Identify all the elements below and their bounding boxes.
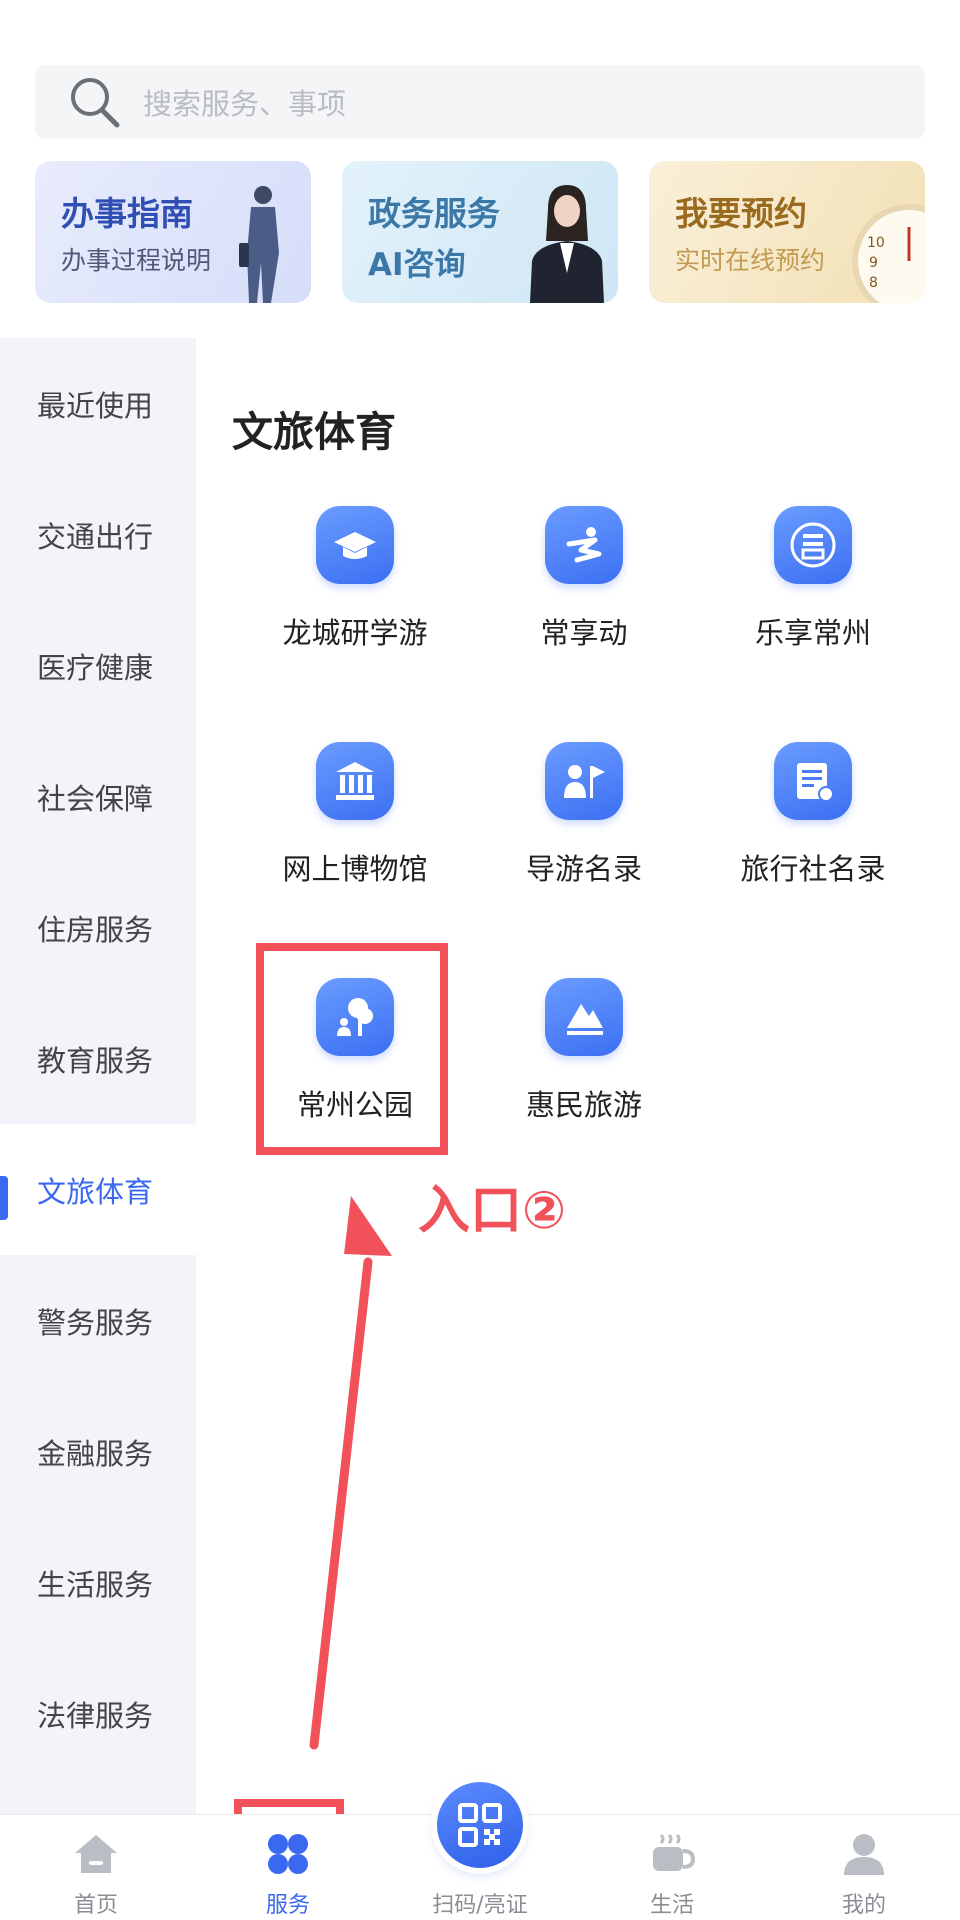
card-ai-subtitle: AI咨询 (368, 247, 466, 283)
user-icon (844, 1834, 884, 1875)
tile-huimin-tourism[interactable]: 惠民旅游 (469, 978, 699, 1148)
search-placeholder: 搜索服务、事项 (143, 87, 347, 121)
tile-label: 导游名录 (525, 852, 642, 886)
sidebar-item-label: 文旅体育 (37, 1174, 154, 1209)
mountain-icon (545, 978, 623, 1056)
sidebar-item-label: 住房服务 (37, 912, 154, 947)
card-guide-subtitle: 办事过程说明 (61, 246, 212, 275)
annotation-label: 入口② (418, 1181, 567, 1241)
nav-life[interactable]: 生活 (602, 1815, 742, 1920)
coffee-cup-icon (653, 1833, 696, 1871)
sidebar-item-label: 法律服务 (37, 1698, 154, 1733)
section-title: 文旅体育 (232, 408, 396, 456)
tile-travel-agency-list[interactable]: 旅行社名录 (698, 742, 928, 912)
highlight-box-park (256, 943, 448, 1155)
active-indicator (0, 1176, 8, 1220)
sidebar-item-label: 金融服务 (37, 1436, 154, 1471)
sidebar-item-health[interactable]: 医疗健康 (0, 600, 196, 731)
sidebar-item-label: 交通出行 (37, 519, 154, 554)
tile-longcheng-study-tour[interactable]: 龙城研学游 (240, 506, 470, 676)
tile-label: 常享动 (540, 616, 628, 650)
sidebar-item-label: 警务服务 (37, 1305, 154, 1340)
card-appointment[interactable]: 我要预约 实时在线预约 10 9 8 (649, 161, 925, 303)
tile-label: 惠民旅游 (525, 1088, 642, 1122)
card-appointment-subtitle: 实时在线预约 (675, 246, 826, 275)
tile-label: 乐享常州 (754, 616, 871, 650)
services-grid-icon (268, 1834, 308, 1874)
sidebar-item-life[interactable]: 生活服务 (0, 1517, 196, 1648)
sidebar-item-social-security[interactable]: 社会保障 (0, 731, 196, 862)
card-appointment-title: 我要预约 (675, 194, 807, 233)
banner-cards: 办事指南 办事过程说明 政务服务 AI咨询 我要预约 实时在线预约 10 9 8 (35, 161, 925, 303)
sport-runner-icon (545, 506, 623, 584)
nav-label: 生活 (649, 1893, 694, 1918)
nav-services[interactable]: 服务 (218, 1815, 358, 1920)
graduation-cap-icon (316, 506, 394, 584)
tile-tour-guide-list[interactable]: 导游名录 (469, 742, 699, 912)
sidebar-item-recent[interactable]: 最近使用 (0, 338, 196, 469)
sidebar-item-housing[interactable]: 住房服务 (0, 862, 196, 993)
category-sidebar: 最近使用 交通出行 医疗健康 社会保障 住房服务 教育服务 文旅体育 警务服务 … (0, 338, 196, 1814)
tile-lexiang-changzhou[interactable]: 乐享常州 (698, 506, 928, 676)
svg-text:8: 8 (869, 275, 878, 291)
tile-label: 旅行社名录 (740, 852, 886, 886)
tile-label: 网上博物馆 (282, 852, 428, 886)
card-ai-consult[interactable]: 政务服务 AI咨询 (342, 161, 618, 303)
scan-button[interactable] (437, 1782, 523, 1868)
nav-mine[interactable]: 我的 (794, 1815, 934, 1920)
agency-list-icon (774, 742, 852, 820)
nav-label: 服务 (265, 1893, 310, 1918)
home-icon (75, 1835, 117, 1873)
nav-label: 扫码/亮证 (432, 1893, 528, 1918)
tile-changxiangdong[interactable]: 常享动 (469, 506, 699, 676)
search-icon (71, 78, 120, 128)
sidebar-item-label: 生活服务 (37, 1567, 154, 1602)
sidebar-item-label: 最近使用 (37, 388, 154, 423)
card-guide-title: 办事指南 (61, 194, 193, 233)
sidebar-item-finance[interactable]: 金融服务 (0, 1386, 196, 1517)
card-guide[interactable]: 办事指南 办事过程说明 (35, 161, 311, 303)
sidebar-item-transport[interactable]: 交通出行 (0, 469, 196, 600)
tour-guide-flag-icon (545, 742, 623, 820)
sidebar-item-label: 社会保障 (37, 781, 154, 816)
sidebar-item-legal[interactable]: 法律服务 (0, 1648, 196, 1779)
qr-code-icon (458, 1803, 502, 1847)
nav-label: 我的 (841, 1893, 886, 1918)
city-emblem-icon (774, 506, 852, 584)
museum-icon (316, 742, 394, 820)
card-ai-title: 政务服务 (368, 194, 500, 233)
sidebar-item-label: 医疗健康 (37, 650, 154, 685)
search-bar[interactable]: 搜索服务、事项 (35, 65, 925, 139)
sidebar-item-culture-sports[interactable]: 文旅体育 (0, 1124, 196, 1255)
nav-label: 首页 (73, 1893, 118, 1918)
sidebar-item-police[interactable]: 警务服务 (0, 1255, 196, 1386)
nav-home[interactable]: 首页 (26, 1815, 166, 1920)
tile-label: 龙城研学游 (282, 616, 428, 650)
tile-online-museum[interactable]: 网上博物馆 (240, 742, 470, 912)
sidebar-item-education[interactable]: 教育服务 (0, 993, 196, 1124)
sidebar-item-label: 教育服务 (37, 1043, 154, 1078)
